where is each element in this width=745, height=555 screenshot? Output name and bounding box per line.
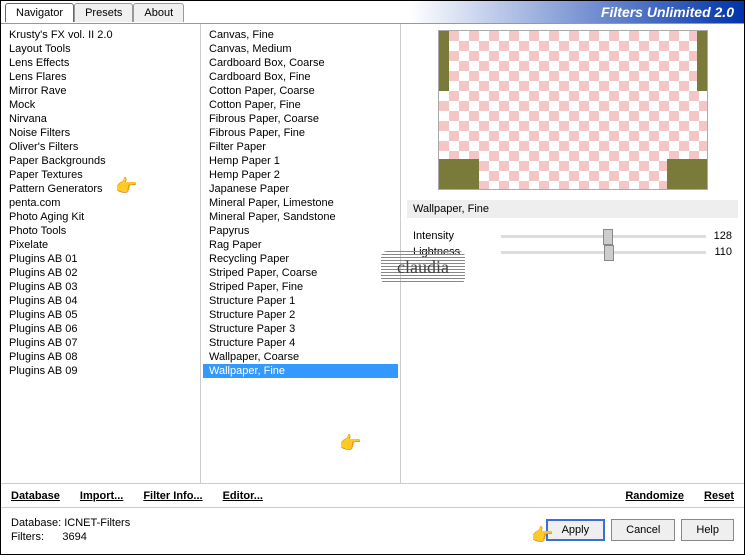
lightness-value: 110 [714, 246, 732, 258]
category-item[interactable]: Plugins AB 09 [3, 364, 198, 378]
category-item[interactable]: Photo Tools [3, 224, 198, 238]
tab-navigator[interactable]: Navigator [5, 3, 74, 22]
category-item[interactable]: Oliver's Filters [3, 140, 198, 154]
filter-item[interactable]: Fibrous Paper, Coarse [203, 112, 398, 126]
filter-item[interactable]: Structure Paper 2 [203, 308, 398, 322]
app-title: Filters Unlimited 2.0 [601, 4, 734, 20]
category-item[interactable]: Paper Textures [3, 168, 198, 182]
category-item[interactable]: Plugins AB 01 [3, 252, 198, 266]
editor-link[interactable]: Editor... [223, 490, 263, 502]
category-list[interactable]: Krusty's FX vol. II 2.0Layout ToolsLens … [1, 24, 201, 483]
selected-filter-name: Wallpaper, Fine [407, 200, 738, 218]
help-button[interactable]: Help [681, 519, 734, 541]
category-item[interactable]: Krusty's FX vol. II 2.0 [3, 28, 198, 42]
filter-item[interactable]: Mineral Paper, Sandstone [203, 210, 398, 224]
cancel-button[interactable]: Cancel [611, 519, 675, 541]
button-row: Apply Cancel Help [546, 519, 734, 541]
category-item[interactable]: Lens Flares [3, 70, 198, 84]
category-item[interactable]: Plugins AB 07 [3, 336, 198, 350]
intensity-slider[interactable] [501, 235, 706, 238]
param-label: Intensity [413, 230, 493, 242]
category-item[interactable]: penta.com [3, 196, 198, 210]
filter-item[interactable]: Cardboard Box, Coarse [203, 56, 398, 70]
filter-item[interactable]: Mineral Paper, Limestone [203, 196, 398, 210]
filter-item[interactable]: Structure Paper 1 [203, 294, 398, 308]
category-item[interactable]: Pixelate [3, 238, 198, 252]
preview-image [438, 30, 708, 190]
filter-item[interactable]: Striped Paper, Coarse [203, 266, 398, 280]
filter-item[interactable]: Canvas, Medium [203, 42, 398, 56]
category-item[interactable]: Plugins AB 08 [3, 350, 198, 364]
category-item[interactable]: Photo Aging Kit [3, 210, 198, 224]
filter-item[interactable]: Wallpaper, Fine [203, 364, 398, 378]
footer: Database: ICNET-Filters Filters: 3694 Ap… [1, 507, 744, 551]
title-bar: Navigator Presets About Filters Unlimite… [1, 1, 744, 23]
database-link[interactable]: Database [11, 490, 60, 502]
filter-item[interactable]: Structure Paper 3 [203, 322, 398, 336]
category-item[interactable]: Mock [3, 98, 198, 112]
lightness-slider[interactable] [501, 251, 706, 254]
tab-presets[interactable]: Presets [74, 3, 133, 22]
filter-list[interactable]: Canvas, FineCanvas, MediumCardboard Box,… [201, 24, 401, 483]
randomize-link[interactable]: Randomize [625, 490, 684, 502]
category-item[interactable]: Plugins AB 05 [3, 308, 198, 322]
filter-item[interactable]: Hemp Paper 2 [203, 168, 398, 182]
tab-about[interactable]: About [133, 3, 184, 22]
apply-button[interactable]: Apply [546, 519, 606, 541]
filter-item[interactable]: Recycling Paper [203, 252, 398, 266]
param-intensity: Intensity 128 [407, 228, 738, 244]
category-item[interactable]: Plugins AB 03 [3, 280, 198, 294]
intensity-value: 128 [714, 230, 732, 242]
reset-link[interactable]: Reset [704, 490, 734, 502]
filter-item[interactable]: Canvas, Fine [203, 28, 398, 42]
category-item[interactable]: Plugins AB 02 [3, 266, 198, 280]
filter-item[interactable]: Striped Paper, Fine [203, 280, 398, 294]
filter-item[interactable]: Cotton Paper, Fine [203, 98, 398, 112]
category-item[interactable]: Nirvana [3, 112, 198, 126]
filter-item[interactable]: Japanese Paper [203, 182, 398, 196]
category-item[interactable]: Noise Filters [3, 126, 198, 140]
link-bar: Database Import... Filter Info... Editor… [1, 483, 744, 507]
filterinfo-link[interactable]: Filter Info... [143, 490, 202, 502]
main-area: Krusty's FX vol. II 2.0Layout ToolsLens … [1, 23, 744, 483]
watermark: claudia [381, 251, 465, 284]
filter-item[interactable]: Wallpaper, Coarse [203, 350, 398, 364]
filter-item[interactable]: Cotton Paper, Coarse [203, 84, 398, 98]
import-link[interactable]: Import... [80, 490, 123, 502]
category-item[interactable]: Paper Backgrounds [3, 154, 198, 168]
filter-item[interactable]: Structure Paper 4 [203, 336, 398, 350]
filter-item[interactable]: Rag Paper [203, 238, 398, 252]
filter-item[interactable]: Filter Paper [203, 140, 398, 154]
category-item[interactable]: Layout Tools [3, 42, 198, 56]
filter-item[interactable]: Papyrus [203, 224, 398, 238]
category-item[interactable]: Pattern Generators [3, 182, 198, 196]
category-item[interactable]: Mirror Rave [3, 84, 198, 98]
category-item[interactable]: Plugins AB 04 [3, 294, 198, 308]
filter-item[interactable]: Hemp Paper 1 [203, 154, 398, 168]
filter-item[interactable]: Fibrous Paper, Fine [203, 126, 398, 140]
category-item[interactable]: Lens Effects [3, 56, 198, 70]
category-item[interactable]: Plugins AB 06 [3, 322, 198, 336]
filter-item[interactable]: Cardboard Box, Fine [203, 70, 398, 84]
tab-row: Navigator Presets About [5, 3, 184, 22]
meta-info: Database: ICNET-Filters Filters: 3694 [11, 516, 130, 544]
